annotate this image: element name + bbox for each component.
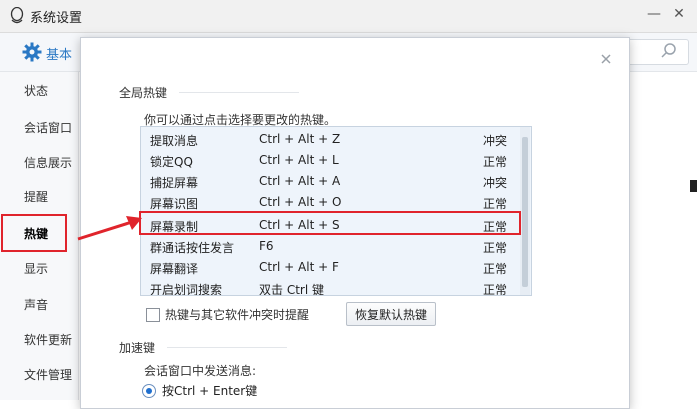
radio-selected-dot [146, 388, 152, 394]
search-icon[interactable] [660, 42, 678, 60]
restore-default-hotkeys-button[interactable]: 恢复默认热键 [346, 302, 436, 326]
hotkey-status: 正常 [483, 197, 508, 211]
hotkey-row-screen-translate[interactable]: 屏幕翻译 Ctrl + Alt + F 正常 [141, 257, 519, 278]
hotkey-settings-dialog: 全局热键 你可以通过点击选择要更改的热键。 提取消息 Ctrl + Alt + … [80, 37, 630, 409]
minimize-button[interactable]: — [643, 4, 665, 24]
sidebar-item-file-management[interactable]: 文件管理 [0, 360, 78, 390]
hotkey-key: Ctrl + Alt + F [259, 260, 339, 274]
background-mark [690, 180, 697, 192]
sidebar-item-software-update[interactable]: 软件更新 [0, 325, 78, 355]
gear-icon [22, 42, 42, 62]
hotkey-name: 提取消息 [150, 134, 199, 148]
sidebar-item-info-display[interactable]: 信息展示 [0, 148, 78, 178]
sidebar-item-reminder[interactable]: 提醒 [0, 182, 78, 212]
hotkey-row-word-search[interactable]: 开启划词搜索 双击 Ctrl 键 正常 [141, 278, 519, 296]
hotkey-row-screen-image-recognition[interactable]: 屏幕识图 Ctrl + Alt + O 正常 [141, 192, 519, 213]
hotkey-row-extract-message[interactable]: 提取消息 Ctrl + Alt + Z 冲突 [141, 129, 519, 150]
global-hotkeys-title: 全局热键 [119, 86, 168, 100]
scrollbar-thumb[interactable] [522, 137, 528, 287]
accelerator-keys-title: 加速键 [119, 341, 156, 355]
hotkey-status: 正常 [483, 283, 508, 296]
hotkey-name: 开启划词搜索 [150, 283, 223, 296]
hotkey-key: Ctrl + Alt + O [259, 195, 342, 209]
hotkey-row-capture-screen[interactable]: 捕捉屏幕 Ctrl + Alt + A 冲突 [141, 171, 519, 192]
screen-recording-highlight-box [139, 211, 521, 235]
hotkey-status: 冲突 [483, 176, 508, 190]
hotkey-key: F6 [259, 239, 274, 253]
hotkey-name: 屏幕识图 [150, 197, 199, 211]
qq-penguin-icon [10, 7, 24, 24]
hotkey-status: 冲突 [483, 134, 508, 148]
close-icon[interactable] [599, 52, 613, 66]
ctrl-enter-radio[interactable] [142, 384, 156, 398]
sidebar-item-display[interactable]: 显示 [0, 254, 78, 284]
sidebar-item-status[interactable]: 状态 [0, 76, 78, 106]
hotkey-key: 双击 Ctrl 键 [259, 283, 324, 296]
conflict-reminder-checkbox[interactable] [146, 308, 160, 322]
red-arrow-icon [77, 216, 142, 241]
hotkeys-highlight-box [1, 214, 67, 252]
window-title: 系统设置 [30, 11, 83, 26]
conflict-reminder-label[interactable]: 热键与其它软件冲突时提醒 [165, 306, 309, 323]
hotkey-row-group-call-push-to-talk[interactable]: 群通话按住发言 F6 正常 [141, 236, 519, 257]
hotkey-key: Ctrl + Alt + Z [259, 132, 341, 146]
ctrl-enter-radio-label[interactable]: 按Ctrl + Enter键 [162, 382, 257, 399]
hotkey-name: 群通话按住发言 [150, 241, 235, 255]
hotkey-key: Ctrl + Alt + A [259, 174, 341, 188]
hotkey-name: 屏幕翻译 [150, 262, 199, 276]
group-divider [167, 347, 287, 348]
sidebar-item-chat-window[interactable]: 会话窗口 [0, 113, 78, 143]
close-window-button[interactable]: ✕ [668, 4, 690, 24]
sidebar-item-sound[interactable]: 声音 [0, 290, 78, 320]
hotkey-status: 正常 [483, 155, 508, 169]
window-titlebar: 系统设置 — ✕ [0, 0, 697, 33]
hotkey-row-lock-qq[interactable]: 锁定QQ Ctrl + Alt + L 正常 [141, 150, 519, 171]
hotkey-status: 正常 [483, 262, 508, 276]
tab-basic-settings[interactable]: 基本 [46, 44, 72, 63]
hotkey-key: Ctrl + Alt + L [259, 153, 339, 167]
hotkey-name: 锁定QQ [150, 155, 193, 169]
hotkey-name: 捕捉屏幕 [150, 176, 199, 190]
send-message-label: 会话窗口中发送消息: [144, 364, 257, 378]
group-divider [179, 92, 299, 93]
hotkey-status: 正常 [483, 241, 508, 255]
